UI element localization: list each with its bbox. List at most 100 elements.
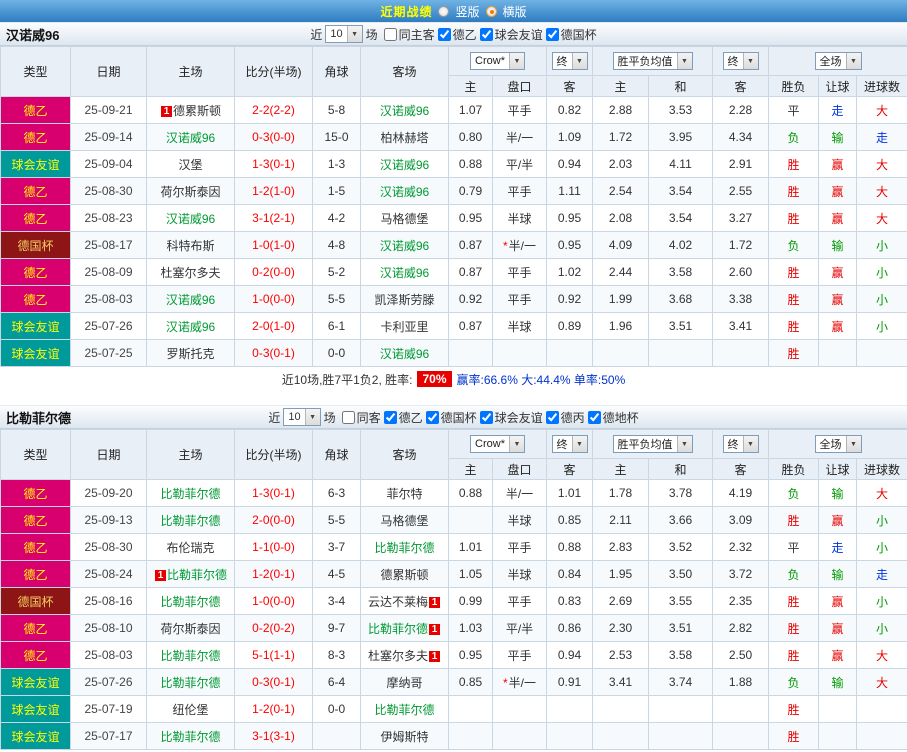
col-away: 客场: [360, 46, 449, 97]
handicap-result-cell: 赢: [818, 150, 858, 178]
away-team-cell: 比勒菲尔德 1: [360, 614, 449, 642]
bookmaker-select[interactable]: Crow* ▼: [470, 52, 525, 70]
home-odds-cell: 0.99: [448, 587, 493, 615]
draw-avg-cell: 3.51: [648, 312, 714, 340]
filter-checkbox[interactable]: 同主客: [383, 26, 435, 43]
col-score: 比分(半场): [234, 429, 313, 480]
match-row: 德乙 25-08-10 荷尔斯泰因 0-2(0-2) 9-7 比勒菲尔德 1 1.03 平/半 0…: [0, 614, 907, 642]
checkbox-input[interactable]: [545, 27, 559, 41]
checkbox-input[interactable]: [587, 410, 601, 424]
filter-checkbox[interactable]: 球会友谊: [479, 26, 543, 43]
match-date: 25-09-04: [70, 150, 147, 178]
average-select[interactable]: 胜平负均值 ▼: [612, 52, 693, 70]
match-date: 25-07-26: [70, 668, 147, 696]
away-team-cell: 柏林赫塔: [360, 123, 449, 151]
home-team-cell: 比勒菲尔德: [146, 479, 235, 507]
away-team-cell: 德累斯顿: [360, 560, 449, 588]
handicap-cell: [491, 695, 548, 723]
chevron-down-icon: ▼: [742, 436, 758, 452]
team-label: 罗斯托克: [166, 346, 215, 361]
checkbox-input[interactable]: [383, 27, 397, 41]
handicap-result-cell: 输: [818, 123, 858, 151]
checkbox-input[interactable]: [479, 27, 493, 41]
col-handicap-result: 让球: [818, 458, 858, 480]
chevron-down-icon: ▼: [845, 53, 861, 69]
goals-result-cell: 大: [856, 479, 907, 507]
bookmaker-select[interactable]: Crow* ▼: [470, 435, 525, 453]
handicap-result-cell: 赢: [818, 285, 858, 313]
match-row: 德乙 25-09-20 比勒菲尔德 1-3(0-1) 6-3 菲尔特 0.88 半/一 1.01…: [0, 479, 907, 507]
filter-checkbox[interactable]: 球会友谊: [479, 409, 543, 426]
match-score: 3-1(2-1): [234, 204, 313, 232]
handicap-result-cell: 赢: [818, 587, 858, 615]
filter-checkbox[interactable]: 德国杯: [425, 409, 477, 426]
final-odds-select[interactable]: 终 ▼: [551, 52, 588, 70]
match-date: 25-07-25: [70, 339, 147, 367]
final-odds-select[interactable]: 终 ▼: [551, 435, 588, 453]
team-label: 汉诺威96: [379, 184, 430, 199]
filter-checkbox[interactable]: 德丙: [545, 409, 585, 426]
corner-score: 0-0: [312, 695, 361, 723]
away-team-cell: 汉诺威96: [360, 150, 449, 178]
home-team-cell: 比勒菲尔德: [146, 641, 235, 669]
col-handicap: 盘口: [491, 458, 548, 480]
result-cell: 胜: [768, 722, 820, 750]
final-odds-group: 终 ▼: [546, 46, 594, 76]
chevron-down-icon: ▼: [676, 53, 692, 69]
checkbox-label: 同主客: [398, 27, 435, 42]
league-type-badge: 球会友谊: [0, 312, 71, 340]
checkbox-label: 德地杯: [602, 410, 639, 425]
checkbox-input[interactable]: [545, 410, 559, 424]
away-team-cell: 汉诺威96: [360, 339, 449, 367]
filter-checkbox[interactable]: 德乙: [437, 26, 477, 43]
filter-checkbox[interactable]: 德地杯: [587, 409, 639, 426]
final-average-select[interactable]: 终 ▼: [722, 52, 759, 70]
average-select[interactable]: 胜平负均值 ▼: [612, 435, 693, 453]
home-team-cell: 比勒菲尔德: [146, 587, 235, 615]
result-cell: 负: [768, 123, 820, 151]
result-cell: 胜: [768, 587, 820, 615]
handicap-cell: 平手: [491, 96, 548, 124]
home-team-cell: 布伦瑞克: [146, 533, 235, 561]
fulltime-select[interactable]: 全场 ▼: [814, 52, 862, 70]
checkbox-input[interactable]: [437, 27, 451, 41]
draw-avg-cell: 3.54: [648, 204, 714, 232]
filter-checkbox[interactable]: 德乙: [383, 409, 423, 426]
home-team-cell: 1 比勒菲尔德: [146, 560, 235, 588]
draw-avg-cell: [648, 695, 714, 723]
home-odds-cell: 0.87: [448, 231, 493, 259]
home-team-cell: 纽伦堡: [146, 695, 235, 723]
home-team-cell: 汉诺威96: [146, 285, 235, 313]
away-team-cell: 汉诺威96: [360, 258, 449, 286]
fulltime-select[interactable]: 全场 ▼: [814, 435, 862, 453]
col-home-odds: 主: [448, 458, 493, 480]
radio-horizontal-label[interactable]: 横版: [503, 3, 527, 20]
home-team-cell: 比勒菲尔德: [146, 506, 235, 534]
filter-checkbox[interactable]: 德国杯: [545, 26, 597, 43]
checkbox-input[interactable]: [341, 410, 355, 424]
final-average-group: 终 ▼: [712, 46, 770, 76]
home-avg-cell: 2.08: [592, 204, 650, 232]
home-avg-cell: 2.53: [592, 641, 650, 669]
handicap-cell: 平手: [491, 258, 548, 286]
match-count-select[interactable]: 10 ▼: [325, 25, 363, 43]
away-odds-cell: 1.09: [546, 123, 594, 151]
checkbox-input[interactable]: [425, 410, 439, 424]
radio-vertical[interactable]: [438, 5, 450, 17]
draw-avg-cell: 3.54: [648, 177, 714, 205]
checkbox-input[interactable]: [479, 410, 493, 424]
filter-checkbox[interactable]: 同客: [341, 409, 381, 426]
final-average-select[interactable]: 终 ▼: [722, 435, 759, 453]
page-title: 近期战绩: [380, 4, 433, 19]
checkbox-input[interactable]: [383, 410, 397, 424]
handicap-cell: *半/一: [491, 668, 548, 696]
team-label: 比勒菲尔德: [166, 567, 227, 582]
radio-horizontal[interactable]: [485, 5, 497, 17]
draw-avg-cell: 3.78: [648, 479, 714, 507]
radio-vertical-label[interactable]: 竖版: [455, 3, 479, 20]
goals-result-cell: 小: [856, 587, 907, 615]
match-score: 2-2(2-2): [234, 96, 313, 124]
match-count-select[interactable]: 10 ▼: [283, 408, 321, 426]
away-team-cell: 比勒菲尔德: [360, 533, 449, 561]
home-odds-cell: 1.03: [448, 614, 493, 642]
